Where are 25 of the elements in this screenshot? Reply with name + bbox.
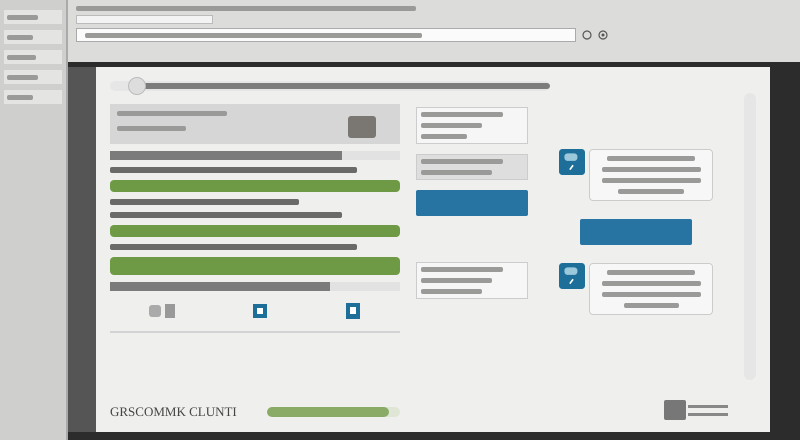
blurred-text [421,134,467,139]
refresh-icon[interactable] [598,30,608,40]
blurred-text [421,278,492,283]
action-bar[interactable] [110,180,400,192]
action-button[interactable] [416,190,528,216]
blurred-text [421,123,482,128]
blurred-text [7,14,38,20]
action-bar[interactable] [110,257,400,275]
blurred-text [7,74,38,80]
blurred-text [7,34,33,40]
blurred-text [624,303,678,308]
slider-thumb[interactable] [128,77,146,95]
footer-label: GRSCOMMK CLUNTI [110,404,237,420]
handle-icon[interactable] [348,116,376,138]
action-button[interactable] [580,219,692,245]
blurred-text [7,94,33,100]
input-field[interactable] [76,15,213,24]
address-field[interactable] [76,28,576,42]
blurred-text [7,54,36,60]
action-bar[interactable] [110,225,400,237]
blurred-text [117,126,186,131]
slider[interactable] [266,407,400,417]
blurred-text [421,289,482,294]
blurred-text [421,170,492,175]
blurred-text [618,189,684,194]
